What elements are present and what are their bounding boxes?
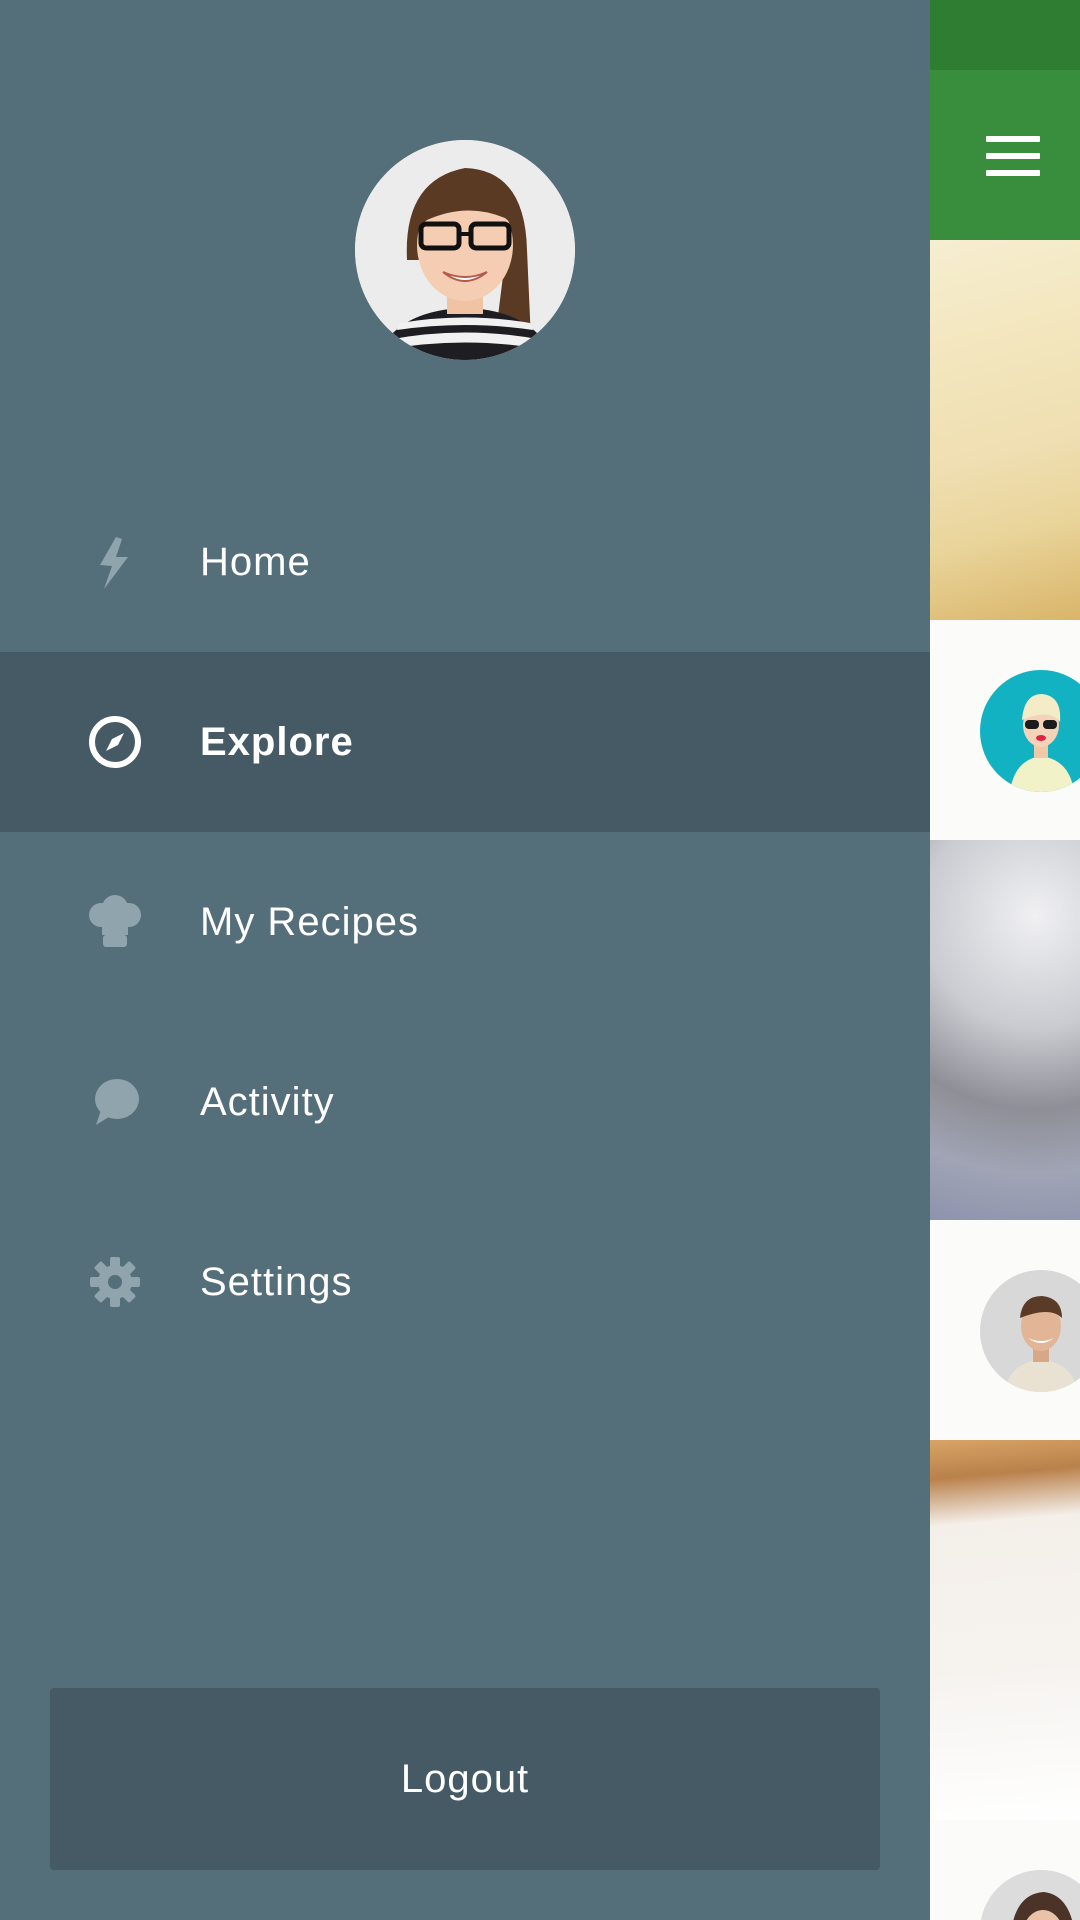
drawer-item-label: Home xyxy=(200,540,311,584)
drawer-item-label: Activity xyxy=(200,1080,335,1124)
cheese-photo[interactable] xyxy=(930,240,1080,620)
compass-icon xyxy=(88,715,142,769)
author-avatar-2[interactable] xyxy=(980,1270,1080,1392)
chef-hat-icon xyxy=(88,895,142,949)
drawer-item-label: Explore xyxy=(200,720,354,764)
recipe-card-author-row xyxy=(930,620,1080,840)
app-toolbar xyxy=(930,70,1080,240)
main-content-peek xyxy=(930,0,1080,1920)
status-bar xyxy=(930,0,1080,70)
profile-avatar[interactable] xyxy=(355,140,575,360)
drawer-item-label: Settings xyxy=(200,1260,353,1304)
blurred-food-photo[interactable] xyxy=(930,840,1080,1220)
drawer-item-settings[interactable]: Settings xyxy=(0,1192,930,1372)
author-avatar-3[interactable] xyxy=(980,1870,1080,1920)
app-screen: Home Explore My Recipes Activity Setting… xyxy=(0,0,1080,1920)
profile-photo xyxy=(355,140,575,360)
hamburger-menu-icon[interactable] xyxy=(986,136,1042,176)
chat-bubble-icon xyxy=(88,1075,142,1129)
recipe-card-author-row xyxy=(930,1820,1080,1920)
drawer-item-activity[interactable]: Activity xyxy=(0,1012,930,1192)
drawer-item-my-recipes[interactable]: My Recipes xyxy=(0,832,930,1012)
bolt-icon xyxy=(88,535,142,589)
gear-icon xyxy=(88,1255,142,1309)
author-avatar-1[interactable] xyxy=(980,670,1080,792)
navigation-drawer: Home Explore My Recipes Activity Setting… xyxy=(0,0,930,1920)
drawer-item-label: My Recipes xyxy=(200,900,419,944)
recipe-card-author-row xyxy=(930,1220,1080,1440)
drawer-item-home[interactable]: Home xyxy=(0,472,930,652)
drawer-item-explore[interactable]: Explore xyxy=(0,652,930,832)
logout-button[interactable]: Logout xyxy=(50,1688,880,1870)
bread-photo[interactable] xyxy=(930,1440,1080,1820)
